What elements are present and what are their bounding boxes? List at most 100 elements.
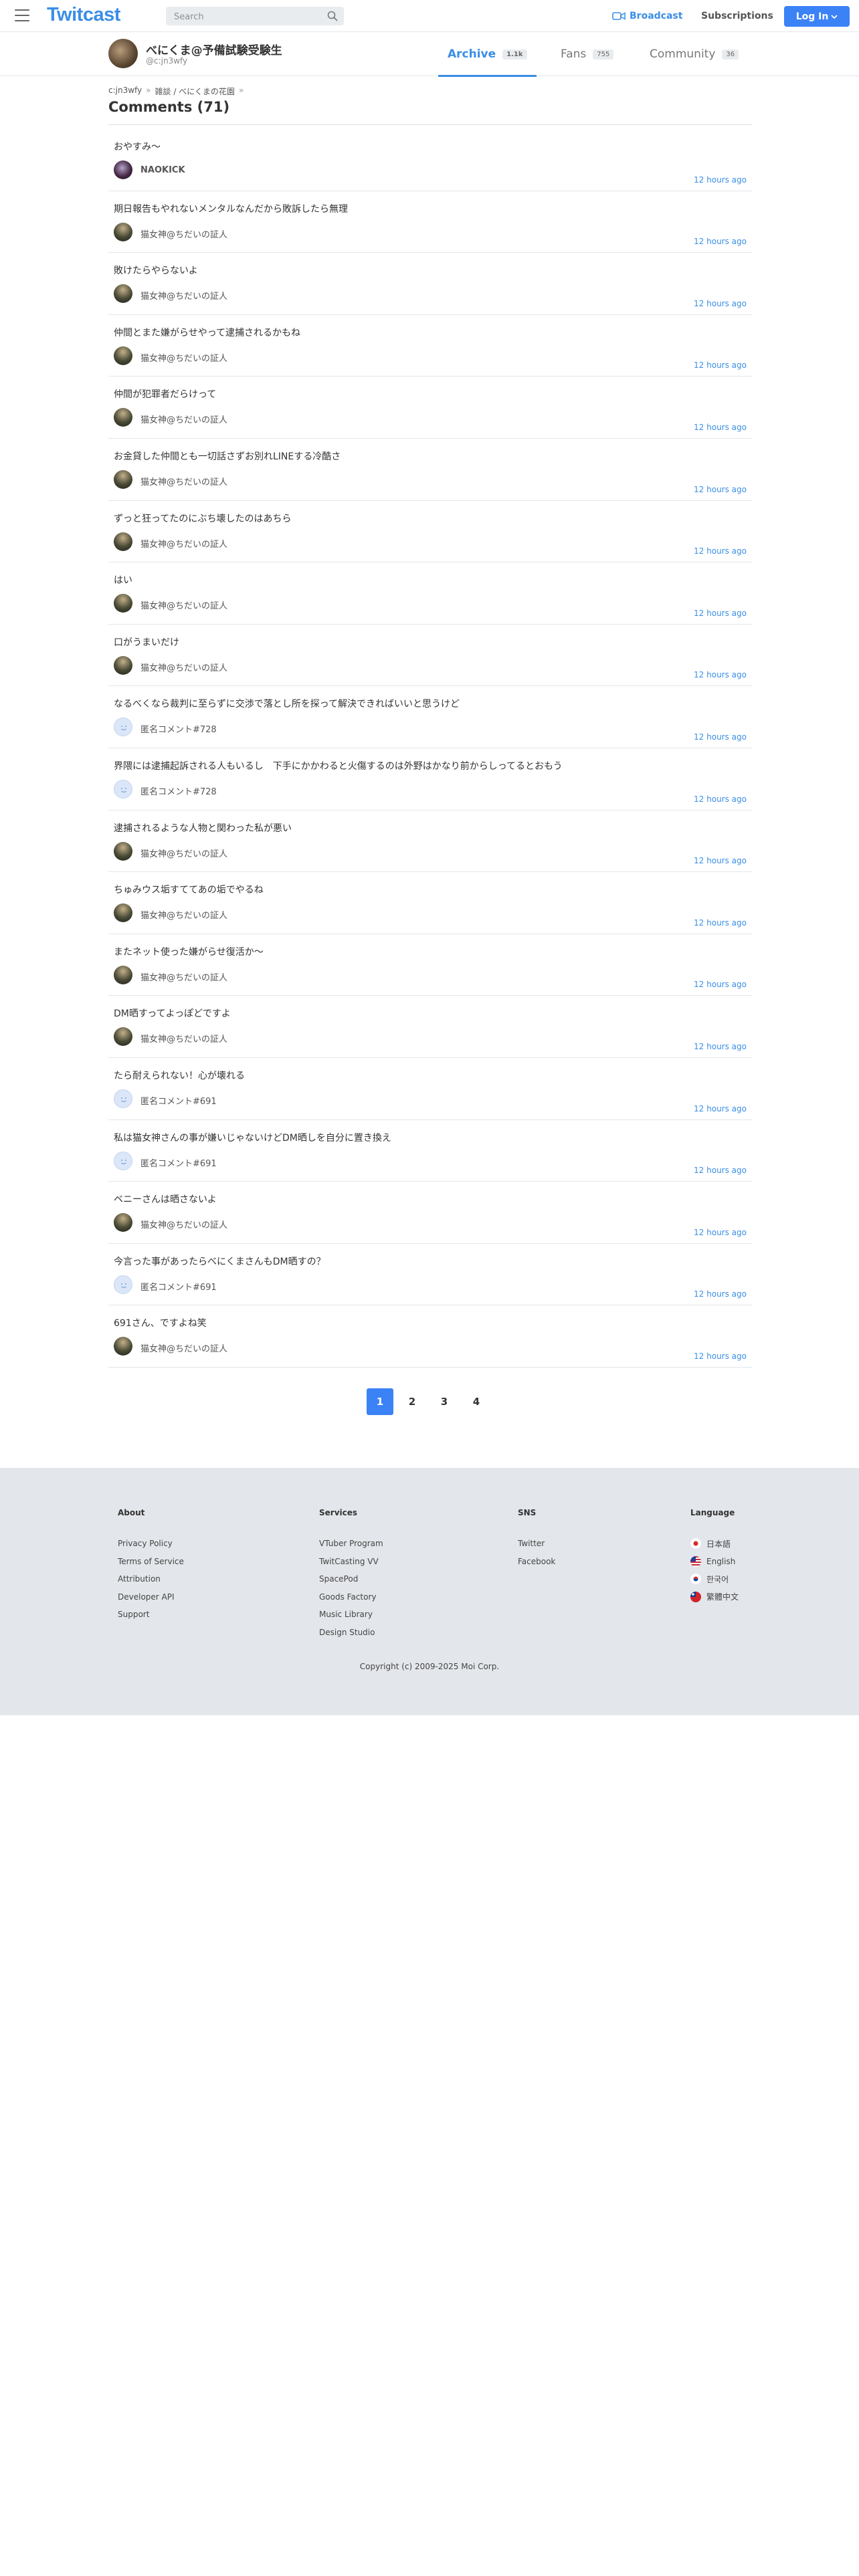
commenter-avatar[interactable]: [114, 903, 132, 923]
language-option[interactable]: 繁體中文: [690, 1588, 739, 1606]
commenter-avatar[interactable]: [114, 655, 132, 675]
commenter-name[interactable]: 猫女神@ちだいの証人: [140, 1341, 227, 1354]
comment-timestamp[interactable]: 12 hours ago: [694, 546, 747, 556]
login-button[interactable]: Log In: [784, 6, 850, 27]
commenter-name[interactable]: 猫女神@ちだいの証人: [140, 475, 227, 488]
commenter-name[interactable]: 匿名コメント#691: [140, 1094, 217, 1107]
commenter-name[interactable]: 猫女神@ちだいの証人: [140, 1218, 227, 1230]
comment-timestamp[interactable]: 12 hours ago: [694, 360, 747, 370]
comment-timestamp[interactable]: 12 hours ago: [694, 856, 747, 865]
page-button-4[interactable]: 4: [463, 1388, 490, 1415]
comment-timestamp[interactable]: 12 hours ago: [694, 485, 747, 494]
commenter-name[interactable]: 猫女神@ちだいの証人: [140, 970, 227, 983]
commenter-avatar[interactable]: [114, 284, 132, 304]
comment-timestamp[interactable]: 12 hours ago: [694, 423, 747, 432]
search-box[interactable]: [166, 7, 344, 27]
footer-link[interactable]: Design Studio: [319, 1624, 383, 1642]
comment-timestamp[interactable]: 12 hours ago: [694, 670, 747, 679]
commenter-name[interactable]: 猫女神@ちだいの証人: [140, 908, 227, 921]
commenter-avatar[interactable]: [114, 346, 132, 365]
footer-link[interactable]: Facebook: [518, 1553, 555, 1571]
footer-link[interactable]: Attribution: [118, 1570, 184, 1588]
commenter-avatar[interactable]: [114, 1275, 132, 1294]
commenter-name[interactable]: 猫女神@ちだいの証人: [140, 847, 227, 859]
search-input[interactable]: [166, 7, 329, 27]
language-option[interactable]: English: [690, 1553, 739, 1571]
commenter-avatar[interactable]: [114, 594, 132, 613]
commenter-avatar[interactable]: [114, 1089, 132, 1108]
page-button-1[interactable]: 1: [367, 1388, 393, 1415]
language-label: 繁體中文: [706, 1592, 739, 1602]
comment-timestamp[interactable]: 12 hours ago: [694, 237, 747, 246]
footer-link[interactable]: VTuber Program: [319, 1535, 383, 1553]
twitcast-logo[interactable]: Twitcast: [47, 4, 120, 26]
profile-avatar[interactable]: [108, 39, 138, 68]
search-icon[interactable]: [326, 10, 339, 22]
profile-name[interactable]: べにくま@予備試験受験生: [146, 41, 282, 58]
language-option[interactable]: 日本語: [690, 1535, 739, 1553]
footer-link[interactable]: Terms of Service: [118, 1553, 184, 1571]
commenter-name[interactable]: 猫女神@ちだいの証人: [140, 413, 227, 425]
page-button-3[interactable]: 3: [431, 1388, 458, 1415]
top-navigation-bar: Twitcast Broadcast Subscriptions Log In: [0, 0, 859, 32]
commenter-avatar[interactable]: [114, 160, 132, 179]
footer-link[interactable]: Support: [118, 1606, 184, 1624]
footer-link[interactable]: Music Library: [319, 1606, 383, 1624]
comment-timestamp[interactable]: 12 hours ago: [694, 1166, 747, 1175]
commenter-avatar[interactable]: [114, 532, 132, 551]
comment-timestamp[interactable]: 12 hours ago: [694, 1352, 747, 1361]
commenter-name[interactable]: 匿名コメント#691: [140, 1280, 217, 1293]
commenter-avatar[interactable]: [114, 1337, 132, 1356]
commenter-avatar[interactable]: [114, 469, 132, 489]
comment-timestamp[interactable]: 12 hours ago: [694, 1289, 747, 1299]
breadcrumb-item[interactable]: c:jn3wfy: [108, 86, 142, 97]
comment-timestamp[interactable]: 12 hours ago: [694, 732, 747, 742]
comment-timestamp[interactable]: 12 hours ago: [694, 1042, 747, 1051]
commenter-avatar[interactable]: [114, 1151, 132, 1170]
page-button-2[interactable]: 2: [399, 1388, 425, 1415]
commenter-name[interactable]: 猫女神@ちだいの証人: [140, 537, 227, 550]
comment-timestamp[interactable]: 12 hours ago: [694, 609, 747, 618]
commenter-avatar[interactable]: [114, 965, 132, 984]
commenter-name[interactable]: 匿名コメント#728: [140, 784, 217, 797]
footer-link[interactable]: Developer API: [118, 1588, 184, 1606]
language-option[interactable]: 한국어: [690, 1570, 739, 1588]
commenter-avatar[interactable]: [114, 1027, 132, 1047]
tab-archive[interactable]: Archive 1.1k: [438, 32, 537, 77]
comment-timestamp[interactable]: 12 hours ago: [694, 794, 747, 804]
footer-link[interactable]: SpacePod: [319, 1570, 383, 1588]
comment-timestamp[interactable]: 12 hours ago: [694, 918, 747, 928]
comment-timestamp[interactable]: 12 hours ago: [694, 299, 747, 308]
broadcast-link[interactable]: Broadcast: [612, 0, 682, 32]
commenter-name[interactable]: 猫女神@ちだいの証人: [140, 289, 227, 302]
profile-bar: べにくま@予備試験受験生 @c:jn3wfy Archive 1.1k Fans…: [0, 32, 859, 77]
footer-link[interactable]: Twitter: [518, 1535, 555, 1553]
chevron-down-icon: [831, 14, 838, 19]
commenter-avatar[interactable]: [114, 718, 132, 737]
tab-community[interactable]: Community 36: [650, 32, 739, 76]
commenter-avatar[interactable]: [114, 408, 132, 427]
commenter-name[interactable]: 匿名コメント#691: [140, 1156, 217, 1169]
hamburger-menu-icon[interactable]: [15, 9, 29, 21]
comment-timestamp[interactable]: 12 hours ago: [694, 1228, 747, 1237]
commenter-name[interactable]: 猫女神@ちだいの証人: [140, 599, 227, 611]
commenter-name[interactable]: 猫女神@ちだいの証人: [140, 661, 227, 673]
breadcrumb-item[interactable]: 雑談 / べにくまの花園: [155, 86, 235, 97]
comment-timestamp[interactable]: 12 hours ago: [694, 1104, 747, 1113]
footer-link[interactable]: Privacy Policy: [118, 1535, 184, 1553]
comment-timestamp[interactable]: 12 hours ago: [694, 980, 747, 989]
commenter-avatar[interactable]: [114, 779, 132, 798]
tab-fans[interactable]: Fans 755: [561, 32, 614, 76]
commenter-name[interactable]: NAOKICK: [140, 165, 185, 175]
footer-link[interactable]: TwitCasting VV: [319, 1553, 383, 1571]
commenter-name[interactable]: 猫女神@ちだいの証人: [140, 1032, 227, 1045]
subscriptions-link[interactable]: Subscriptions: [701, 0, 773, 32]
commenter-name[interactable]: 匿名コメント#728: [140, 722, 217, 735]
commenter-avatar[interactable]: [114, 841, 132, 861]
commenter-name[interactable]: 猫女神@ちだいの証人: [140, 227, 227, 240]
footer-link[interactable]: Goods Factory: [319, 1588, 383, 1606]
commenter-name[interactable]: 猫女神@ちだいの証人: [140, 351, 227, 364]
commenter-avatar[interactable]: [114, 1213, 132, 1232]
comment-timestamp[interactable]: 12 hours ago: [694, 175, 747, 185]
commenter-avatar[interactable]: [114, 222, 132, 241]
